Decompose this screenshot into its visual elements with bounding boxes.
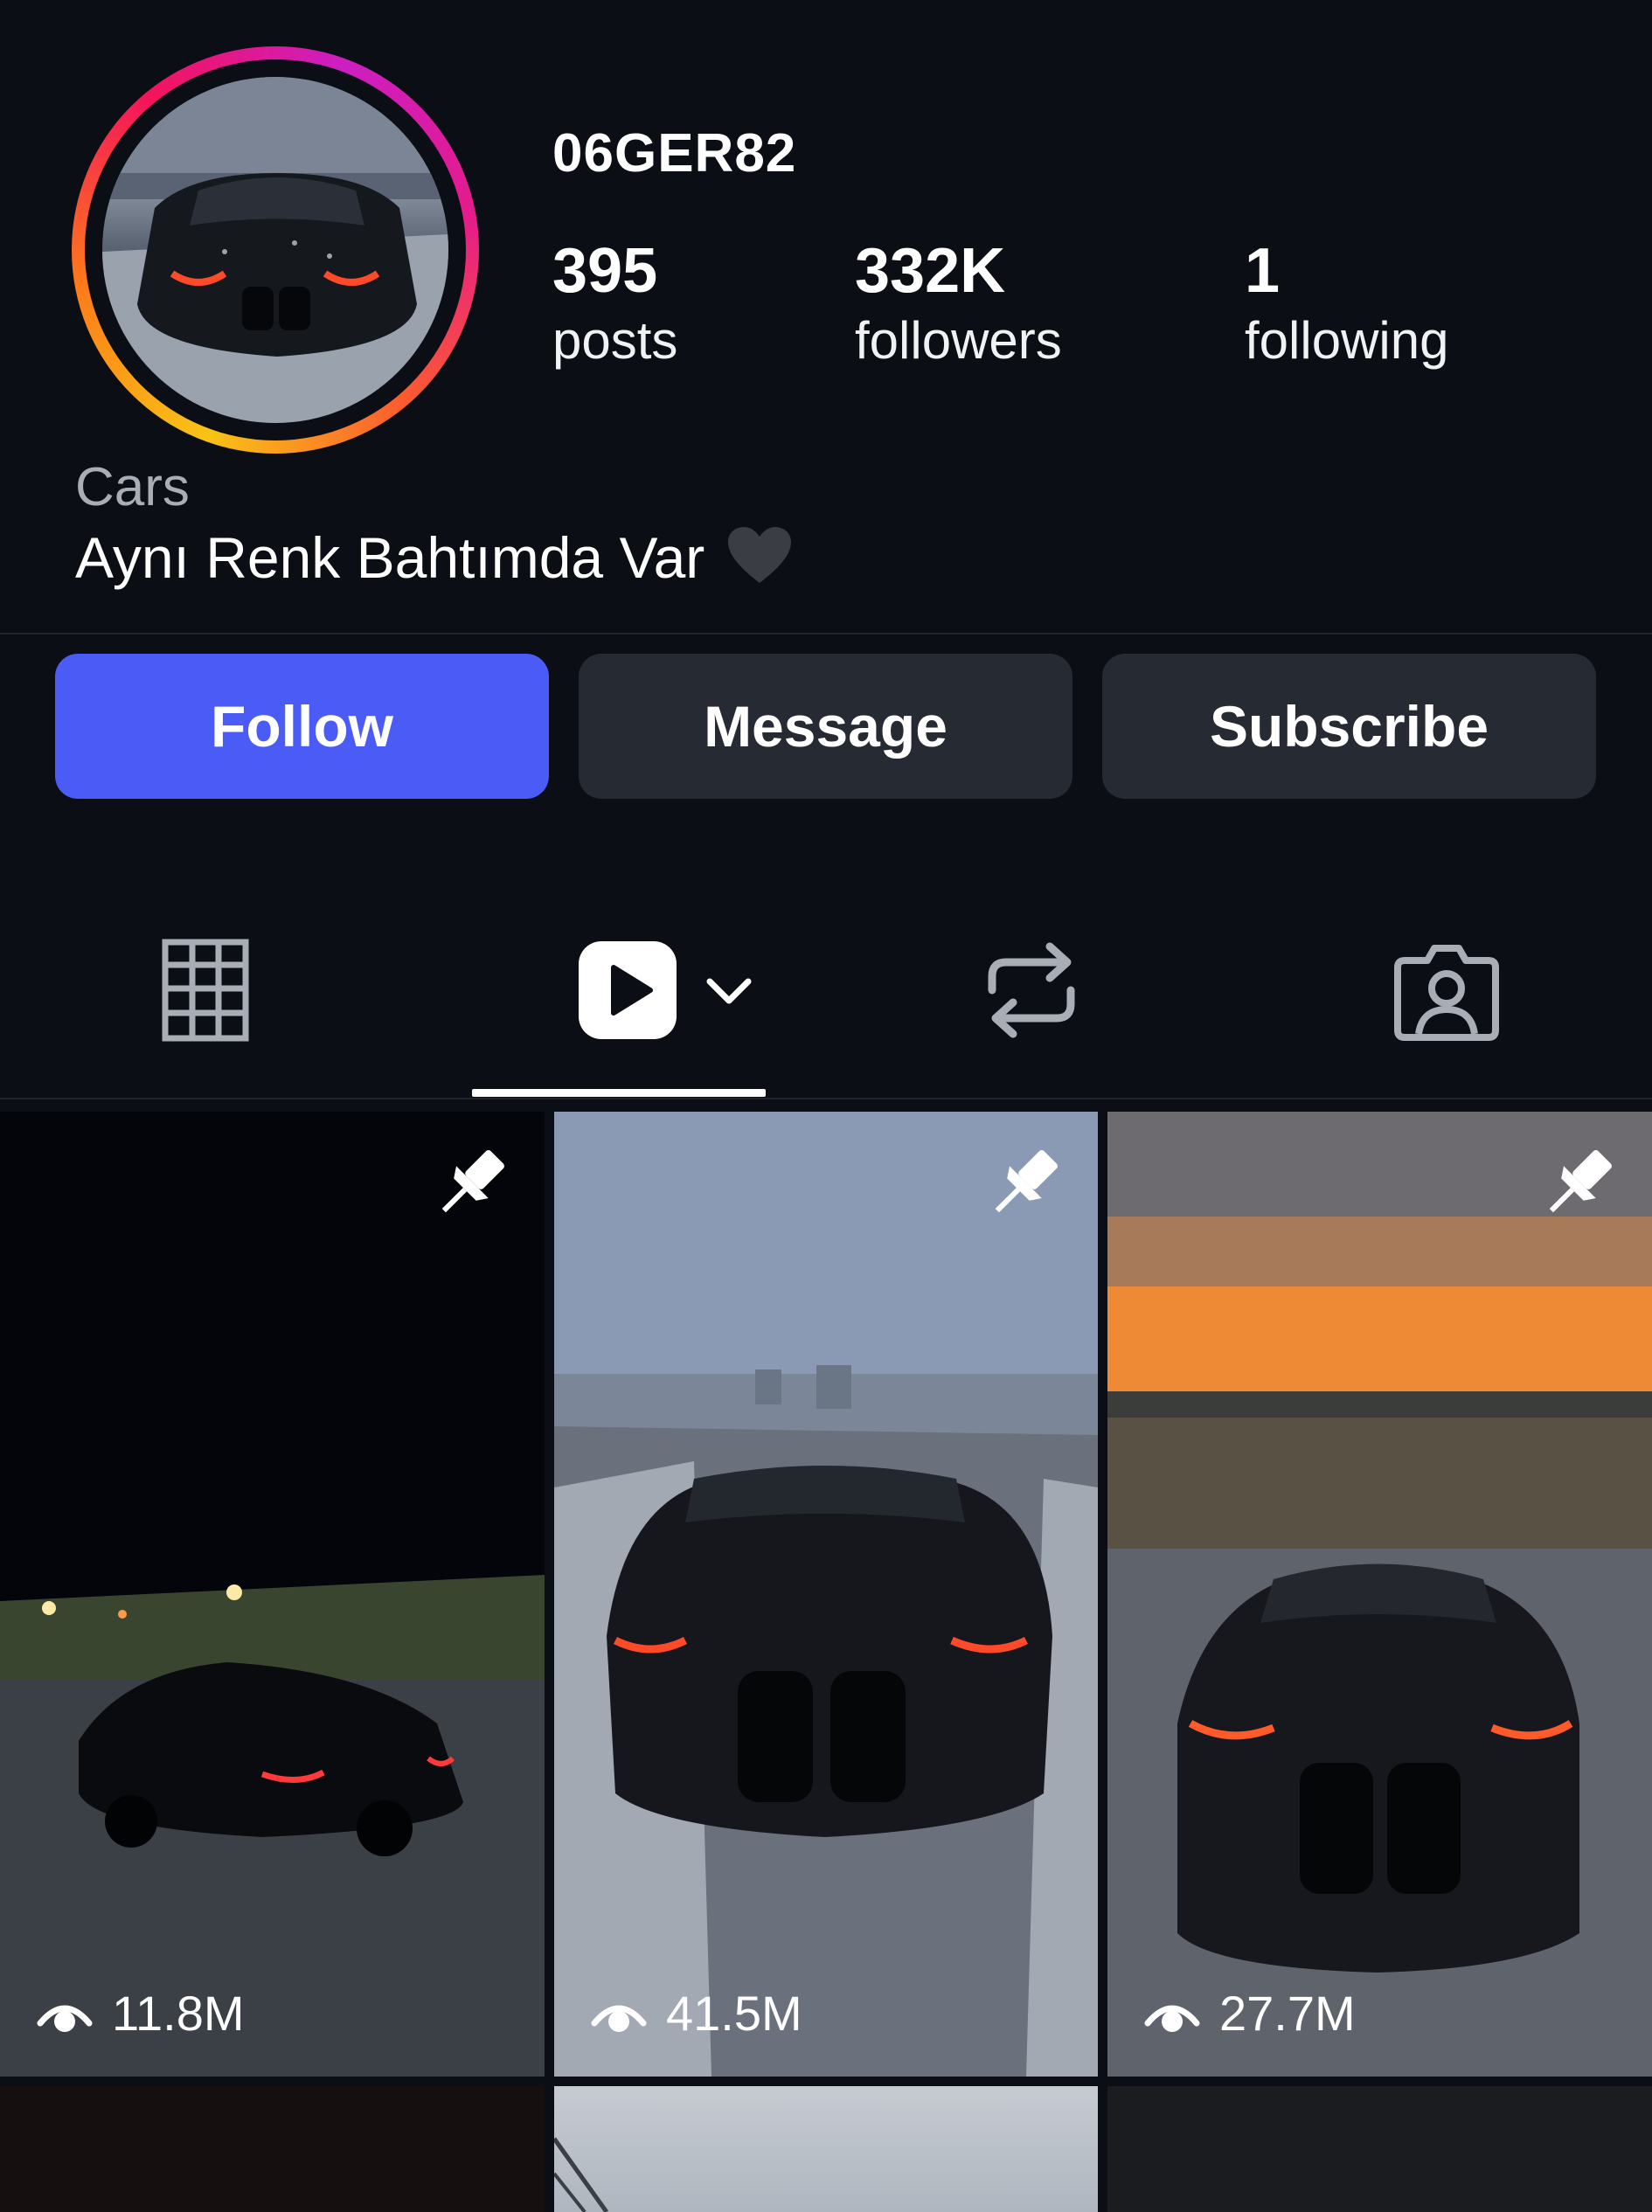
story-ring[interactable]: [72, 46, 479, 454]
post-tile[interactable]: 41.5M: [554, 1112, 1098, 2077]
eye-icon: [37, 2005, 93, 2032]
profile-category: Cars: [75, 457, 190, 517]
view-count-text: 27.7M: [1219, 1986, 1356, 2041]
post-thumbnail: [0, 1112, 545, 2077]
posts-label: posts: [552, 311, 678, 370]
pin-icon: [982, 1141, 1066, 1230]
posts-count: 395: [552, 236, 658, 306]
stat-posts[interactable]: 395 posts: [552, 232, 677, 371]
profile-bio: Aynı Renk Bahtımda Var: [75, 524, 793, 600]
eye-icon: [591, 2005, 647, 2032]
divider: [0, 633, 1652, 634]
view-count-text: 11.8M: [112, 1986, 245, 2041]
view-count: 41.5M: [591, 1985, 802, 2042]
username: 06GER82: [552, 123, 797, 184]
post-thumbnail: [1107, 1112, 1652, 2077]
post-tile[interactable]: 27.7M: [1107, 1112, 1652, 2077]
tab-reels[interactable]: [559, 926, 769, 1057]
tagged-person-icon: [1394, 940, 1499, 1045]
post-tile[interactable]: 11.8M: [0, 1112, 545, 2077]
view-count: 11.8M: [37, 1985, 244, 2042]
follow-button[interactable]: Follow: [55, 654, 549, 799]
avatar[interactable]: [102, 77, 448, 423]
grid-icon: [162, 939, 249, 1046]
eye-icon: [1144, 2005, 1200, 2032]
view-count-text: 41.5M: [666, 1986, 802, 2041]
tab-grid[interactable]: [140, 926, 271, 1057]
following-count: 1: [1245, 236, 1281, 306]
active-tab-indicator: [472, 1089, 766, 1097]
pin-icon: [1537, 1141, 1621, 1230]
tab-tagged[interactable]: [1381, 926, 1512, 1057]
post-thumbnail: [554, 1112, 1098, 2077]
stat-following[interactable]: 1 following: [1245, 232, 1448, 371]
chevron-down-icon[interactable]: [705, 973, 753, 1012]
profile-header: 06GER82 395 posts 332K followers 1 follo…: [0, 0, 1652, 634]
divider: [0, 1098, 1652, 1099]
view-count: 27.7M: [1144, 1985, 1356, 2042]
followers-count: 332K: [855, 236, 1006, 306]
repost-icon: [983, 936, 1079, 1049]
post-tile[interactable]: [0, 2086, 545, 2212]
message-button[interactable]: Message: [579, 654, 1072, 799]
tab-reposts[interactable]: [970, 926, 1093, 1057]
stat-followers[interactable]: 332K followers: [855, 232, 1062, 371]
subscribe-button[interactable]: Subscribe: [1102, 654, 1596, 799]
black-heart-icon: [726, 525, 793, 600]
post-tile[interactable]: [1107, 2086, 1652, 2212]
post-tile[interactable]: [554, 2086, 1098, 2212]
pin-icon: [429, 1141, 513, 1230]
bio-text: Aynı Renk Bahtımda Var: [75, 525, 705, 590]
following-label: following: [1245, 311, 1449, 370]
followers-label: followers: [855, 311, 1062, 370]
reels-play-icon: [575, 938, 680, 1047]
